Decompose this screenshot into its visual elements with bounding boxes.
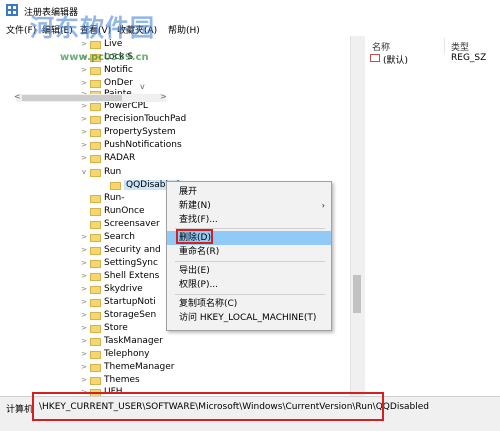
tree-item-settingsync[interactable]: > SettingSync [80,257,158,270]
folder-icon [90,220,101,229]
chevron-right-icon[interactable]: > [80,102,88,111]
chevron-right-icon[interactable]: > [80,376,88,385]
menu-item-new[interactable]: 新建(N) › [167,199,331,213]
chevron-right-icon[interactable]: > [80,79,88,88]
menu-item-copy-key-name[interactable]: 复制项名称(C) [167,297,331,311]
chevron-right-icon[interactable]: > [80,285,88,294]
chevron-right-icon[interactable]: > [80,298,88,307]
value-name-default[interactable]: (默认) [383,53,408,66]
tree-item-taskmanager[interactable]: > TaskManager [80,335,163,348]
chevron-right-icon[interactable]: > [80,233,88,242]
tree-vertical-scroll-thumb[interactable] [353,275,361,313]
string-value-icon [370,54,380,62]
chevron-right-icon[interactable]: > [80,259,88,268]
folder-icon [90,285,101,294]
column-header-name[interactable]: 名称 [372,40,390,53]
chevron-right-icon[interactable]: > [80,363,88,372]
tree-item-skydrive[interactable]: > Skydrive [80,283,143,296]
folder-icon [90,311,101,320]
folder-icon [90,233,101,242]
folder-icon [90,376,101,385]
tree-item-startupnotify[interactable]: > StartupNoti [80,296,156,309]
scroll-left-icon[interactable]: < [14,92,21,101]
folder-icon [110,181,121,190]
folder-icon [90,128,101,137]
chevron-right-icon[interactable]: > [80,350,88,359]
menu-item-goto-hklm[interactable]: 访问 HKEY_LOCAL_MACHINE(T) [167,311,331,325]
value-type: REG_SZ [451,53,487,63]
tree-item-search[interactable]: > Search [80,231,135,244]
menu-separator [175,294,325,295]
chevron-right-icon[interactable]: > [80,115,88,124]
folder-icon [90,141,101,150]
tree-item-telephony[interactable]: > Telephony [80,348,149,361]
chevron-right-icon[interactable]: > [80,154,88,163]
menu-item-find[interactable]: 查找(F)... [167,213,331,227]
tree-horizontal-scroll-thumb[interactable] [22,95,122,101]
watermark-logo: 河东软件园 [30,13,155,42]
folder-icon [90,246,101,255]
folder-icon [90,66,101,75]
chevron-right-icon[interactable]: > [80,324,88,333]
menu-separator [175,261,325,262]
tree-item-screensaver[interactable]: Screensaver [80,218,160,231]
delete-annotation-box [176,229,213,244]
menu-item-export[interactable]: 导出(E) [167,264,331,278]
scroll-down-icon[interactable]: v [140,82,145,91]
folder-icon [90,79,101,88]
chevron-down-icon[interactable]: v [80,168,88,177]
folder-icon [90,337,101,346]
folder-icon [90,207,101,216]
folder-icon [90,298,101,307]
folder-icon [90,102,101,111]
chevron-right-icon[interactable]: > [80,66,88,75]
submenu-arrow-icon: › [321,201,325,210]
folder-icon [90,115,101,124]
chevron-right-icon[interactable]: > [80,141,88,150]
menu-help[interactable]: 帮助(H) [168,23,200,36]
tree-item-shell-extensions[interactable]: > Shell Extens [80,270,159,283]
tree-item-run[interactable]: v Run [80,166,121,179]
tree-item-precisiontouchpad[interactable]: > PrecisionTouchPad [80,113,186,126]
status-computer: 计算机 [6,405,34,415]
tree-vertical-scrollbar[interactable] [350,36,365,396]
tree-item-store[interactable]: > Store [80,322,128,335]
regedit-icon [6,4,18,16]
column-header-type[interactable]: 类型 [451,40,469,53]
chevron-right-icon[interactable]: > [80,272,88,281]
folder-icon [90,194,101,203]
tree-item-storagesense[interactable]: > StorageSen [80,309,156,322]
values-pane[interactable] [366,36,500,396]
tree-item-security[interactable]: > Security and [80,244,161,257]
chevron-right-icon[interactable]: > [80,311,88,320]
chevron-right-icon[interactable]: > [80,246,88,255]
folder-icon [90,363,101,372]
chevron-right-icon[interactable]: > [80,128,88,137]
menu-item-rename[interactable]: 重命名(R) [167,245,331,259]
scroll-right-icon[interactable]: > [160,92,167,101]
folder-icon [90,154,101,163]
folder-icon [90,350,101,359]
menu-item-expand[interactable]: 展开 [167,185,331,199]
folder-icon [90,272,101,281]
column-divider[interactable] [444,38,445,54]
tree-item-propertysystem[interactable]: > PropertySystem [80,126,176,139]
tree-item-thememanager[interactable]: > ThemeManager [80,361,174,374]
tree-item[interactable]: > Notific [80,64,133,77]
watermark-url: www.pc0359.cn [60,52,149,63]
context-menu: 展开 新建(N) › 查找(F)... 删除(D) 重命名(R) 导出(E) 权限… [166,181,332,331]
folder-icon [90,168,101,177]
chevron-right-icon[interactable]: > [80,337,88,346]
tree-item-run-dash[interactable]: Run- [80,192,125,205]
path-annotation-box [32,392,384,421]
folder-icon [90,324,101,333]
menu-item-permissions[interactable]: 权限(P)... [167,278,331,292]
folder-icon [90,259,101,268]
tree-item-pushnotifications[interactable]: > PushNotifications [80,139,182,152]
tree-item-radar[interactable]: > RADAR [80,152,135,165]
tree-item-runonce[interactable]: RunOnce [80,205,145,218]
